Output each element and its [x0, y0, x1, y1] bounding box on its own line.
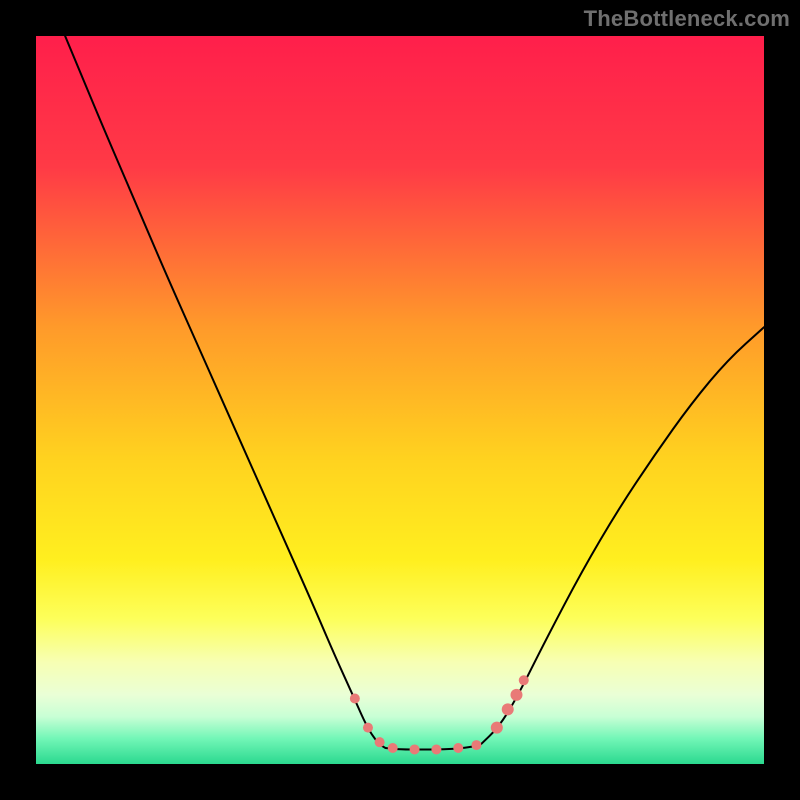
gradient-background: [36, 36, 764, 764]
trough-marker: [363, 723, 373, 733]
trough-marker: [388, 743, 398, 753]
trough-marker: [519, 675, 529, 685]
trough-marker: [410, 744, 420, 754]
trough-marker: [471, 740, 481, 750]
plot-area: [36, 36, 764, 764]
trough-marker: [431, 744, 441, 754]
outer-black-frame: TheBottleneck.com: [0, 0, 800, 800]
trough-marker: [510, 689, 522, 701]
trough-marker: [453, 743, 463, 753]
bottleneck-chart: [36, 36, 764, 764]
trough-marker: [502, 703, 514, 715]
trough-marker: [350, 693, 360, 703]
watermark-text: TheBottleneck.com: [584, 6, 790, 32]
trough-marker: [375, 737, 385, 747]
trough-marker: [491, 722, 503, 734]
